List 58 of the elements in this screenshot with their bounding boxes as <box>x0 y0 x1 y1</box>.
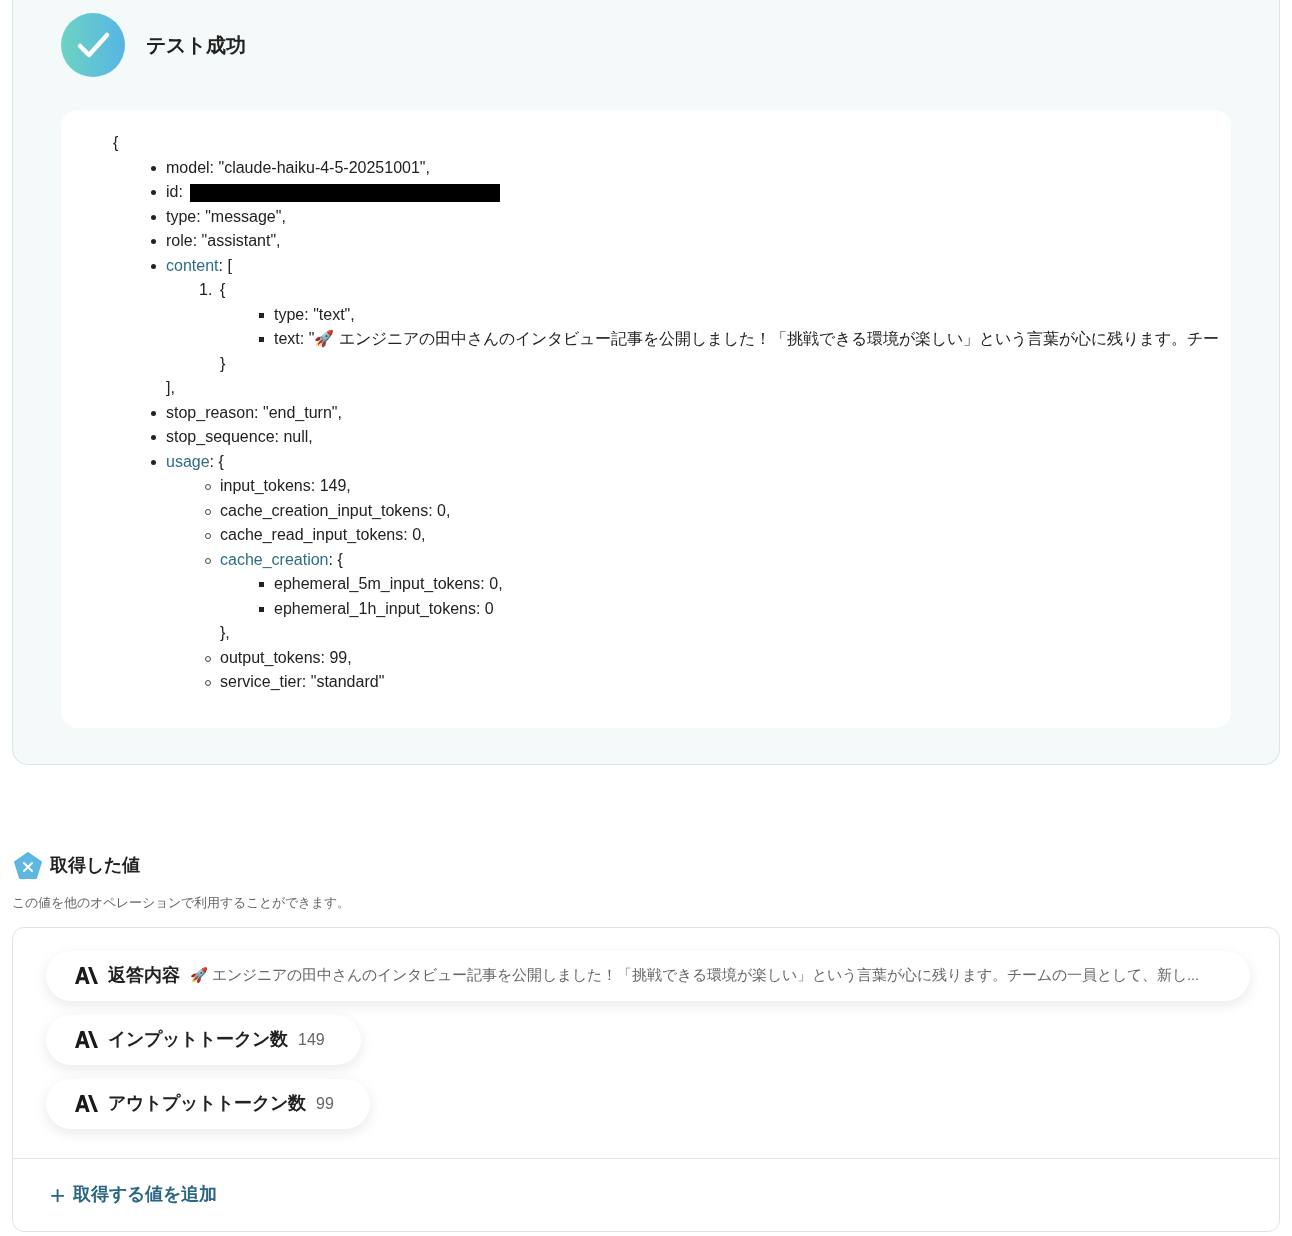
value-chip[interactable]: アウトプットトークン数 99 <box>46 1078 370 1129</box>
code-line: { <box>220 281 226 298</box>
code-line: text: "🚀 エンジニアの田中さんのインタビュー記事を公開しました！「挑戦できる環境が楽しい」という言葉が心に残ります。チー <box>274 330 1219 347</box>
square-bullet-icon <box>259 606 264 612</box>
code-line: role: "assistant", <box>166 232 281 249</box>
value-label: アウトプットトークン数 <box>108 1092 306 1115</box>
code-line: stop_sequence: null, <box>166 428 313 445</box>
square-bullet-icon <box>259 337 264 342</box>
code-line: stop_reason: "end_turn", <box>166 403 342 421</box>
bullet-icon <box>151 263 156 269</box>
logo-icon <box>75 1031 98 1048</box>
code-text: : { <box>209 452 224 470</box>
value-chip[interactable]: インプットトークン数 149 <box>46 1014 361 1065</box>
code-line: id: <box>166 183 183 200</box>
bullet-icon <box>151 190 156 195</box>
code-line: service_tier: "standard" <box>220 673 385 690</box>
bullet-icon <box>151 410 156 416</box>
list-number: 1. <box>199 280 213 300</box>
code-text: : { <box>328 550 343 568</box>
value-chip[interactable]: 返答内容 🚀 エンジニアの田中さんのインタビュー記事を公開しました！「挑戦できる環境が楽しい」という言葉が心に残ります。チームの一員として、新し... <box>46 950 1250 1001</box>
code-line: cache_read_input_tokens: 0, <box>220 526 426 543</box>
code-line: ephemeral_1h_input_tokens: 0 <box>274 599 494 617</box>
code-line: cache_creation_input_tokens: 0, <box>220 501 451 519</box>
bullet-icon <box>151 214 156 220</box>
bullet-icon <box>151 165 156 171</box>
section-description: この値を他のオペレーションで利用することができます。 <box>12 894 351 912</box>
logo-icon <box>75 967 98 984</box>
code-line: type: "text", <box>274 305 355 323</box>
code-line: output_tokens: 99, <box>220 648 352 666</box>
code-text: : [ <box>218 256 232 274</box>
code-line: }, <box>220 624 230 641</box>
bullet-icon <box>151 459 156 465</box>
square-bullet-icon <box>259 582 264 587</box>
expandable-key[interactable]: usage <box>166 452 210 470</box>
bullet-icon <box>151 239 156 244</box>
code-line: type: "message", <box>166 207 286 225</box>
code-line: model: "claude-haiku-4-5-20251001", <box>166 158 430 176</box>
logo-icon <box>75 1095 98 1112</box>
pentagon-icon <box>14 852 42 879</box>
value-text: 🚀 エンジニアの田中さんのインタビュー記事を公開しました！「挑戦できる環境が楽しい」という言葉が心に残ります。チームの一員として、新し... <box>190 965 1200 985</box>
code-line: { <box>113 133 119 153</box>
status-title: テスト成功 <box>146 33 246 58</box>
value-label: 返答内容 <box>108 964 180 987</box>
bullet-icon <box>151 435 156 440</box>
add-value-button[interactable]: + 取得する値を追加 <box>50 1181 218 1208</box>
code-line: } <box>220 354 226 372</box>
plus-icon: + <box>50 1181 66 1208</box>
value-text: 149 <box>298 1029 325 1050</box>
expandable-key[interactable]: content <box>166 256 219 274</box>
code-line: input_tokens: 149, <box>220 477 351 494</box>
code-line: ephemeral_5m_input_tokens: 0, <box>274 575 503 592</box>
square-bullet-icon <box>259 312 264 318</box>
code-line: ], <box>166 379 175 396</box>
section-title: 取得した値 <box>50 854 140 877</box>
value-text: 99 <box>316 1093 334 1114</box>
value-label: インプットトークン数 <box>108 1028 288 1051</box>
check-icon <box>61 13 125 77</box>
expandable-key[interactable]: cache_creation <box>220 550 329 568</box>
